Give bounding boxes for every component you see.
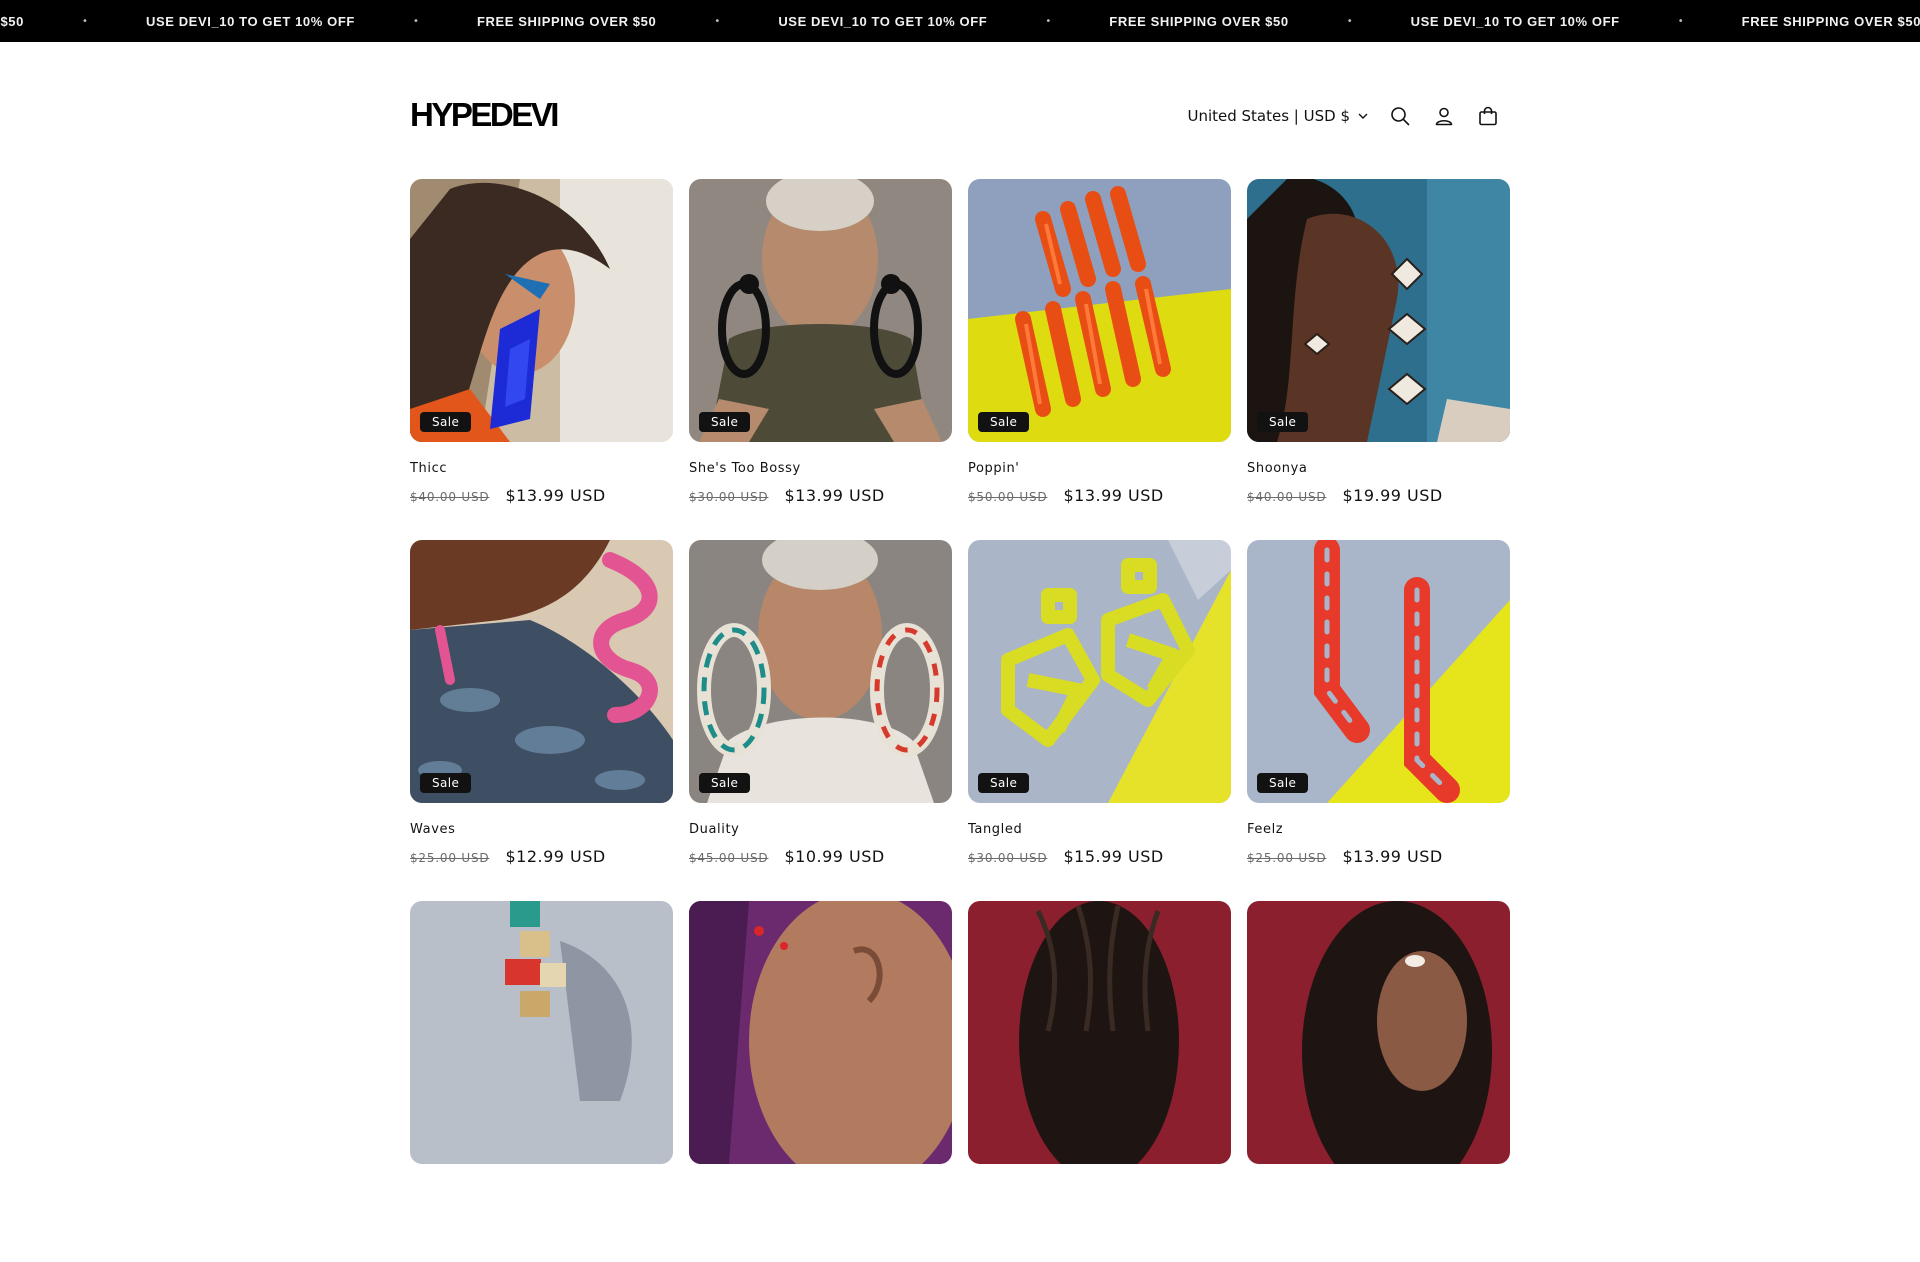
sale-price: $13.99 USD	[505, 486, 606, 505]
product-price: $25.00 USD $13.99 USD	[1247, 847, 1510, 866]
sale-badge: Sale	[699, 773, 751, 793]
product-price: $30.00 USD $15.99 USD	[968, 847, 1231, 866]
announcement-text: FREE SHIPPING OVER $50	[1109, 13, 1289, 29]
product-image[interactable]: Sale	[1247, 179, 1510, 442]
sale-price: $19.99 USD	[1342, 486, 1443, 505]
sale-badge: Sale	[978, 412, 1030, 432]
product-title[interactable]: Waves	[410, 822, 673, 837]
announcement-text: OVER $50	[0, 13, 24, 29]
announcement-text: FREE SHIPPING OVER $50	[1741, 13, 1920, 29]
product-price: $30.00 USD $13.99 USD	[689, 486, 952, 505]
product-image[interactable]: Sale	[689, 540, 952, 803]
sale-price: $10.99 USD	[784, 847, 885, 866]
product-image[interactable]: Sale	[410, 540, 673, 803]
compare-at-price: $30.00 USD	[689, 490, 769, 504]
product-price: $25.00 USD $12.99 USD	[410, 847, 673, 866]
product-card[interactable]: Sale Waves $25.00 USD $12.99 USD	[410, 540, 673, 901]
announcement-separator: •	[1045, 15, 1052, 27]
compare-at-price: $40.00 USD	[1247, 490, 1327, 504]
product-title[interactable]: Thicc	[410, 461, 673, 476]
product-card[interactable]: Sale Tangled $30.00 USD $15.99 USD	[968, 540, 1231, 901]
announcement-bar: OVER $50 • USE DEVI_10 TO GET 10% OFF • …	[0, 0, 1920, 42]
product-price: $40.00 USD $13.99 USD	[410, 486, 673, 505]
product-card[interactable]: Sale Shoonya $40.00 USD $19.99 USD	[1247, 179, 1510, 540]
announcement-text: USE DEVI_10 TO GET 10% OFF	[145, 13, 355, 29]
product-image[interactable]: Sale	[968, 540, 1231, 803]
sale-badge: Sale	[978, 773, 1030, 793]
product-card[interactable]	[1247, 901, 1510, 1262]
product-price: $45.00 USD $10.99 USD	[689, 847, 952, 866]
compare-at-price: $50.00 USD	[968, 490, 1048, 504]
product-image[interactable]: Sale	[689, 179, 952, 442]
cart-icon[interactable]	[1466, 98, 1510, 134]
sale-price: $15.99 USD	[1063, 847, 1164, 866]
product-image[interactable]: Sale	[410, 179, 673, 442]
product-title[interactable]: Tangled	[968, 822, 1231, 837]
announcement-separator: •	[82, 15, 88, 27]
product-title[interactable]: Shoonya	[1247, 461, 1510, 476]
sale-badge: Sale	[1257, 773, 1309, 793]
announcement-separator: •	[1346, 15, 1353, 27]
product-card[interactable]: Sale Thicc $40.00 USD $13.99 USD	[410, 179, 673, 540]
account-icon[interactable]	[1422, 98, 1466, 134]
product-card[interactable]: Sale Duality $45.00 USD $10.99 USD	[689, 540, 952, 901]
sale-price: $13.99 USD	[784, 486, 885, 505]
country-currency-label: United States | USD $	[1187, 107, 1350, 125]
sale-price: $12.99 USD	[505, 847, 606, 866]
compare-at-price: $30.00 USD	[968, 851, 1048, 865]
product-title[interactable]: She's Too Bossy	[689, 461, 952, 476]
sale-price: $13.99 USD	[1342, 847, 1443, 866]
product-image[interactable]	[1247, 901, 1510, 1164]
product-title[interactable]: Duality	[689, 822, 952, 837]
search-icon[interactable]	[1378, 98, 1422, 134]
site-header: HYPEDEVI United States | USD $	[410, 92, 1510, 140]
compare-at-price: $25.00 USD	[1247, 851, 1327, 865]
product-image[interactable]: Sale	[1247, 540, 1510, 803]
announcement-separator: •	[412, 15, 419, 27]
product-card[interactable]	[410, 901, 673, 1262]
sale-badge: Sale	[699, 412, 751, 432]
announcement-text: FREE SHIPPING OVER $50	[476, 13, 657, 29]
product-card[interactable]	[689, 901, 952, 1262]
announcement-text: USE DEVI_10 TO GET 10% OFF	[1410, 13, 1620, 29]
product-image[interactable]: Sale	[968, 179, 1231, 442]
product-title[interactable]: Feelz	[1247, 822, 1510, 837]
compare-at-price: $40.00 USD	[410, 490, 490, 504]
product-image[interactable]	[689, 901, 952, 1164]
product-card[interactable]: Sale Poppin' $50.00 USD $13.99 USD	[968, 179, 1231, 540]
sale-price: $13.99 USD	[1063, 486, 1164, 505]
compare-at-price: $45.00 USD	[689, 851, 769, 865]
sale-badge: Sale	[420, 412, 472, 432]
announcement-text: USE DEVI_10 TO GET 10% OFF	[778, 13, 988, 29]
product-image[interactable]	[968, 901, 1231, 1164]
product-card[interactable]: Sale She's Too Bossy $30.00 USD $13.99 U…	[689, 179, 952, 540]
country-currency-selector[interactable]: United States | USD $	[1187, 107, 1368, 125]
compare-at-price: $25.00 USD	[410, 851, 490, 865]
product-grid: Sale Thicc $40.00 USD $13.99 USD Sale Sh…	[410, 179, 1510, 1262]
product-title[interactable]: Poppin'	[968, 461, 1231, 476]
announcement-separator: •	[1677, 15, 1684, 27]
chevron-down-icon	[1358, 113, 1368, 119]
announcement-separator: •	[714, 15, 721, 27]
store-logo[interactable]: HYPEDEVI	[410, 96, 559, 134]
sale-badge: Sale	[1257, 412, 1309, 432]
product-price: $50.00 USD $13.99 USD	[968, 486, 1231, 505]
product-price: $40.00 USD $19.99 USD	[1247, 486, 1510, 505]
product-card[interactable]: Sale Feelz $25.00 USD $13.99 USD	[1247, 540, 1510, 901]
product-card[interactable]	[968, 901, 1231, 1262]
sale-badge: Sale	[420, 773, 472, 793]
product-image[interactable]	[410, 901, 673, 1164]
header-actions: United States | USD $	[1187, 98, 1510, 134]
announcement-track: OVER $50 • USE DEVI_10 TO GET 10% OFF • …	[0, 0, 1920, 42]
